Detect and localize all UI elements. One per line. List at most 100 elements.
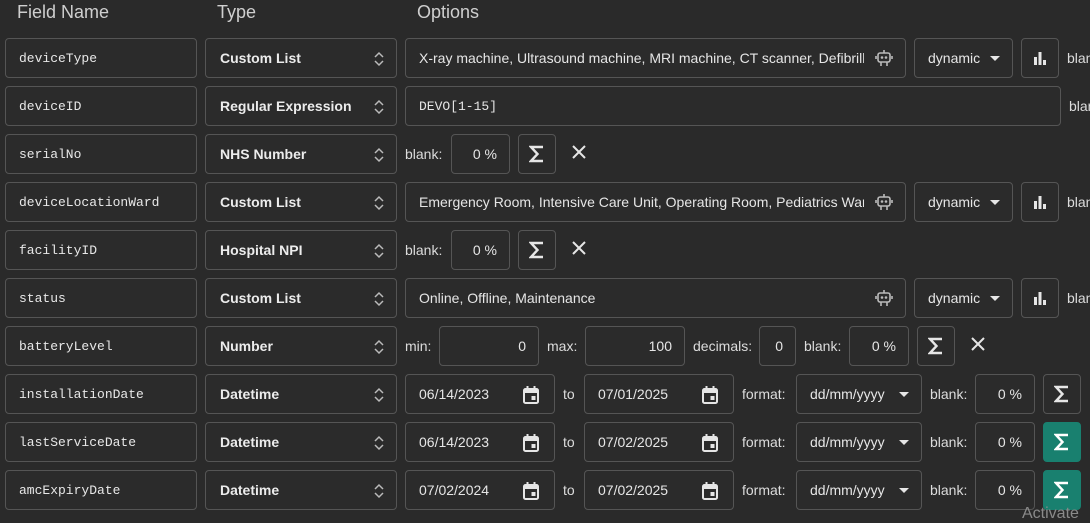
blank-percent-input[interactable]: 0 %: [975, 470, 1035, 510]
field-row-installationDate: installationDate Datetime 06/14/2023 to …: [0, 370, 1090, 418]
select-updown-icon: [374, 483, 384, 499]
end-date-input[interactable]: 07/02/2025: [584, 422, 734, 462]
end-date-value: 07/02/2025: [598, 434, 669, 450]
options-input[interactable]: Emergency Room, Intensive Care Unit, Ope…: [405, 182, 906, 222]
robot-icon[interactable]: [875, 49, 893, 69]
type-select-value: NHS Number: [220, 146, 307, 162]
type-select[interactable]: Datetime: [205, 374, 397, 414]
field-name-input[interactable]: lastServiceDate: [5, 422, 197, 462]
blank-label: blank:: [405, 146, 443, 162]
select-updown-icon: [374, 195, 384, 211]
close-icon[interactable]: [571, 144, 587, 160]
sigma-button-active[interactable]: [1043, 422, 1081, 462]
mode-select[interactable]: dynamic: [914, 278, 1013, 318]
type-select-value: Custom List: [220, 194, 301, 210]
format-select[interactable]: dd/mm/yyyy: [796, 422, 922, 462]
options-input[interactable]: X-ray machine, Ultrasound machine, MRI m…: [405, 38, 906, 78]
blank-percent-input[interactable]: 0 %: [451, 230, 510, 270]
decimals-input[interactable]: 0: [759, 326, 796, 366]
type-select[interactable]: Custom List: [205, 278, 397, 318]
calendar-icon[interactable]: [701, 385, 719, 405]
sigma-button[interactable]: [518, 134, 556, 174]
format-select[interactable]: dd/mm/yyyy: [796, 470, 922, 510]
blank-label: blank:: [405, 242, 443, 258]
calendar-icon[interactable]: [522, 481, 540, 501]
robot-icon[interactable]: [875, 289, 893, 309]
field-name-input[interactable]: amcExpiryDate: [5, 470, 197, 510]
format-select-value: dd/mm/yyyy: [810, 482, 885, 498]
type-select-value: Hospital NPI: [220, 242, 303, 258]
format-label: format:: [742, 482, 786, 498]
chart-button[interactable]: [1021, 182, 1059, 222]
start-date-input[interactable]: 07/02/2024: [405, 470, 555, 510]
blank-label: blan: [1069, 98, 1090, 114]
blank-label: blank:: [930, 434, 968, 450]
calendar-icon[interactable]: [701, 481, 719, 501]
format-select-value: dd/mm/yyyy: [810, 386, 885, 402]
close-icon[interactable]: [571, 240, 587, 256]
sigma-button[interactable]: [1043, 374, 1081, 414]
type-select[interactable]: Custom List: [205, 38, 397, 78]
blank-percent-input[interactable]: 0 %: [849, 326, 909, 366]
end-date-input[interactable]: 07/01/2025: [584, 374, 734, 414]
calendar-icon[interactable]: [522, 433, 540, 453]
sigma-icon: [529, 145, 543, 163]
end-date-value: 07/02/2025: [598, 482, 669, 498]
calendar-icon[interactable]: [701, 433, 719, 453]
min-input[interactable]: 0: [439, 326, 539, 366]
type-select[interactable]: Hospital NPI: [205, 230, 397, 270]
blank-percent-input[interactable]: 0 %: [975, 374, 1035, 414]
sigma-button-active[interactable]: [1043, 470, 1081, 510]
field-row-amcExpiryDate: amcExpiryDate Datetime 07/02/2024 to 07/…: [0, 466, 1090, 514]
robot-icon[interactable]: [875, 193, 893, 213]
caret-down-icon: [990, 296, 1000, 301]
decimals-label: decimals:: [693, 338, 753, 354]
type-select[interactable]: Number: [205, 326, 397, 366]
start-date-input[interactable]: 06/14/2023: [405, 374, 555, 414]
end-date-value: 07/01/2025: [598, 386, 669, 402]
field-name-input[interactable]: deviceID: [5, 86, 197, 126]
max-input[interactable]: 100: [585, 326, 685, 366]
field-name-input[interactable]: deviceType: [5, 38, 197, 78]
sigma-button[interactable]: [518, 230, 556, 270]
mode-select-value: dynamic: [928, 50, 981, 66]
regex-input[interactable]: DEVO[1-15]: [405, 86, 1061, 126]
format-select[interactable]: dd/mm/yyyy: [796, 374, 922, 414]
field-name-input[interactable]: installationDate: [5, 374, 197, 414]
type-select[interactable]: Regular Expression: [205, 86, 397, 126]
type-select[interactable]: Custom List: [205, 182, 397, 222]
blank-percent-input[interactable]: 0 %: [975, 422, 1035, 462]
activation-watermark: Activate: [1022, 505, 1079, 522]
end-date-input[interactable]: 07/02/2025: [584, 470, 734, 510]
type-select[interactable]: NHS Number: [205, 134, 397, 174]
field-name-input[interactable]: batteryLevel: [5, 326, 197, 366]
blank-percent-input[interactable]: 0 %: [451, 134, 510, 174]
chart-button[interactable]: [1021, 278, 1059, 318]
field-name-input[interactable]: facilityID: [5, 230, 197, 270]
options-value: Emergency Room, Intensive Care Unit, Ope…: [419, 194, 864, 210]
mode-select[interactable]: dynamic: [914, 182, 1013, 222]
bar-chart-icon: [1034, 52, 1046, 65]
type-select[interactable]: Datetime: [205, 422, 397, 462]
start-date-input[interactable]: 06/14/2023: [405, 422, 555, 462]
blank-label: blan: [1067, 50, 1090, 66]
sigma-button[interactable]: [917, 326, 955, 366]
to-label: to: [563, 434, 575, 450]
caret-down-icon: [899, 488, 909, 493]
header-type: Type: [217, 2, 257, 22]
type-select[interactable]: Datetime: [205, 470, 397, 510]
caret-down-icon: [990, 56, 1000, 61]
sigma-icon: [1054, 433, 1068, 451]
calendar-icon[interactable]: [522, 385, 540, 405]
field-name-input[interactable]: status: [5, 278, 197, 318]
chart-button[interactable]: [1021, 38, 1059, 78]
mode-select[interactable]: dynamic: [914, 38, 1013, 78]
select-updown-icon: [374, 99, 384, 115]
close-icon[interactable]: [970, 336, 986, 352]
field-name-input[interactable]: serialNo: [5, 134, 197, 174]
mode-select-value: dynamic: [928, 290, 981, 306]
caret-down-icon: [899, 440, 909, 445]
field-name-input[interactable]: deviceLocationWard: [5, 182, 197, 222]
type-select-value: Datetime: [220, 386, 280, 402]
options-input[interactable]: Online, Offline, Maintenance: [405, 278, 906, 318]
